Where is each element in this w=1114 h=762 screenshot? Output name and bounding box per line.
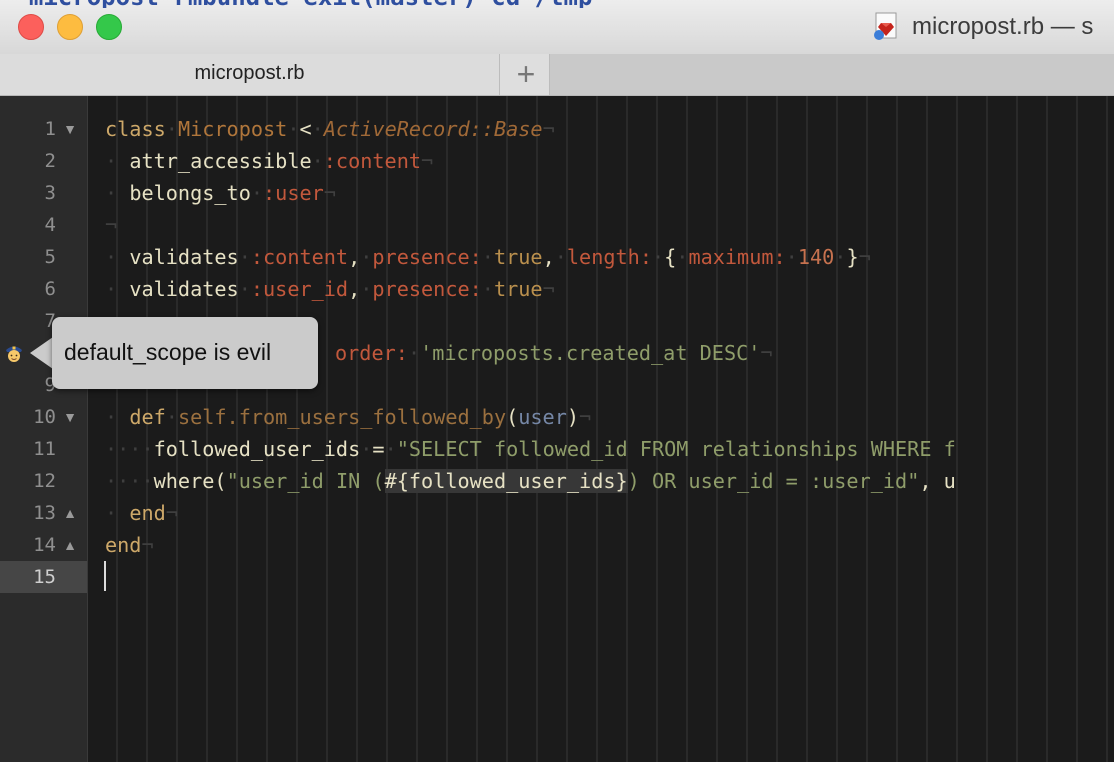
fold-end-icon[interactable]: ▲ (62, 529, 78, 561)
new-tab-button[interactable]: + (504, 54, 548, 95)
fold-end-icon[interactable]: ▲ (62, 497, 78, 529)
zoom-window-button[interactable] (96, 14, 122, 40)
window-title: micropost.rb — s (912, 13, 1094, 40)
code-line-13: · end¬ (105, 501, 178, 525)
line-number-gutter: 1 2 3 4 5 6 7 8 9 10 11 12 13 14 15 ▼ ▼ … (0, 96, 88, 762)
code-line-2: · attr_accessible·:content¬ (105, 149, 434, 173)
string: 'microposts.created_at DESC' (420, 341, 761, 365)
line-number: 2 (44, 150, 56, 172)
police-officer-icon[interactable] (3, 342, 25, 364)
hash-key: presence: (372, 277, 482, 301)
hash-key: maximum: (688, 245, 786, 269)
line-number: 4 (44, 214, 56, 236)
code-line-8: order:·'microposts.created_at DESC'¬ (335, 341, 773, 365)
symbol: :content (250, 245, 349, 269)
parameter: user (518, 405, 567, 429)
hash-key: presence: (372, 245, 482, 269)
code-line-14: end¬ (105, 533, 154, 557)
line-number: 1 (44, 118, 56, 140)
tooltip-arrow (30, 337, 53, 369)
variable: followed_user_ids (153, 437, 361, 461)
line-number: 10 (33, 406, 56, 428)
fold-collapse-icon[interactable]: ▼ (62, 401, 78, 433)
code-line-11: ····followed_user_ids·=·"SELECT followed… (105, 437, 956, 461)
background-terminal-text: micropost-rmbundle exit(master) cd /tmp (0, 0, 1114, 8)
symbol: :user_id (250, 277, 349, 301)
code-line-5: · validates·:content,·presence:·true,·le… (105, 245, 871, 269)
method-name: self.from_users_followed_by (177, 405, 507, 429)
hash-key: order: (335, 341, 408, 365)
fold-collapse-icon[interactable]: ▼ (62, 113, 78, 145)
boolean: true (493, 277, 543, 301)
line-number: 12 (33, 470, 56, 492)
line-number: 5 (44, 246, 56, 268)
superclass-name: ActiveRecord::Base (323, 117, 543, 141)
tab-bar: micropost.rb + (0, 54, 1114, 96)
line-number: 9 (44, 374, 56, 396)
symbol: :user (263, 181, 324, 205)
line-number: 14 (33, 534, 56, 556)
code-line-10: · def·self.from_users_followed_by(user)¬ (105, 405, 592, 429)
string: "SELECT followed_id FROM relationships W… (396, 437, 956, 461)
line-number: 11 (33, 438, 56, 460)
string: "user_id IN ( (226, 469, 385, 493)
method-call: validates (129, 277, 239, 301)
code-line-6: · validates·:user_id,·presence:·true¬ (105, 277, 555, 301)
text-cursor (104, 561, 106, 591)
string-interpolation: #{followed_user_ids} (384, 469, 628, 493)
line-number-current: 15 (33, 566, 56, 588)
code-fragment: , u (919, 469, 956, 493)
line-number: 3 (44, 182, 56, 204)
code-editor[interactable]: 1 2 3 4 5 6 7 8 9 10 11 12 13 14 15 ▼ ▼ … (0, 96, 1114, 762)
keyword: end (105, 533, 142, 557)
window-titlebar: micropost-rmbundle exit(master) cd /tmp … (0, 0, 1114, 54)
operator: = (372, 437, 385, 461)
code-text-area[interactable]: class·Micropost·<·ActiveRecord::Base¬ · … (88, 96, 1114, 762)
symbol: :content (323, 149, 422, 173)
operator: < (299, 117, 312, 141)
tab-bar-empty-area (549, 54, 1114, 95)
number: 140 (797, 245, 835, 269)
line-number: 13 (33, 502, 56, 524)
method-call: attr_accessible (129, 149, 312, 173)
keyword: class (105, 117, 166, 141)
class-name: Micropost (177, 117, 288, 141)
ruby-file-icon (874, 12, 897, 40)
code-line-4: ¬ (105, 213, 118, 237)
hash-key: length: (566, 245, 652, 269)
method-call: validates (129, 245, 239, 269)
brace: } (846, 245, 859, 269)
minimize-window-button[interactable] (57, 14, 83, 40)
keyword: end (129, 501, 166, 525)
code-line-3: · belongs_to·:user¬ (105, 181, 336, 205)
line-number: 6 (44, 278, 56, 300)
keyword: def (129, 405, 166, 429)
method-call: belongs_to (129, 181, 251, 205)
tab-micropost-rb[interactable]: micropost.rb (0, 54, 500, 95)
boolean: true (493, 245, 543, 269)
code-line-12: ····where("user_id IN (#{followed_user_i… (105, 469, 956, 493)
close-window-button[interactable] (18, 14, 44, 40)
tooltip-text: default_scope is evil (64, 339, 272, 365)
method-call: where( (153, 469, 227, 493)
line-number: 7 (44, 310, 56, 332)
code-line-1: class·Micropost·<·ActiveRecord::Base¬ (105, 117, 555, 141)
brace: { (664, 245, 677, 269)
string: ) OR user_id = :user_id" (627, 469, 920, 493)
